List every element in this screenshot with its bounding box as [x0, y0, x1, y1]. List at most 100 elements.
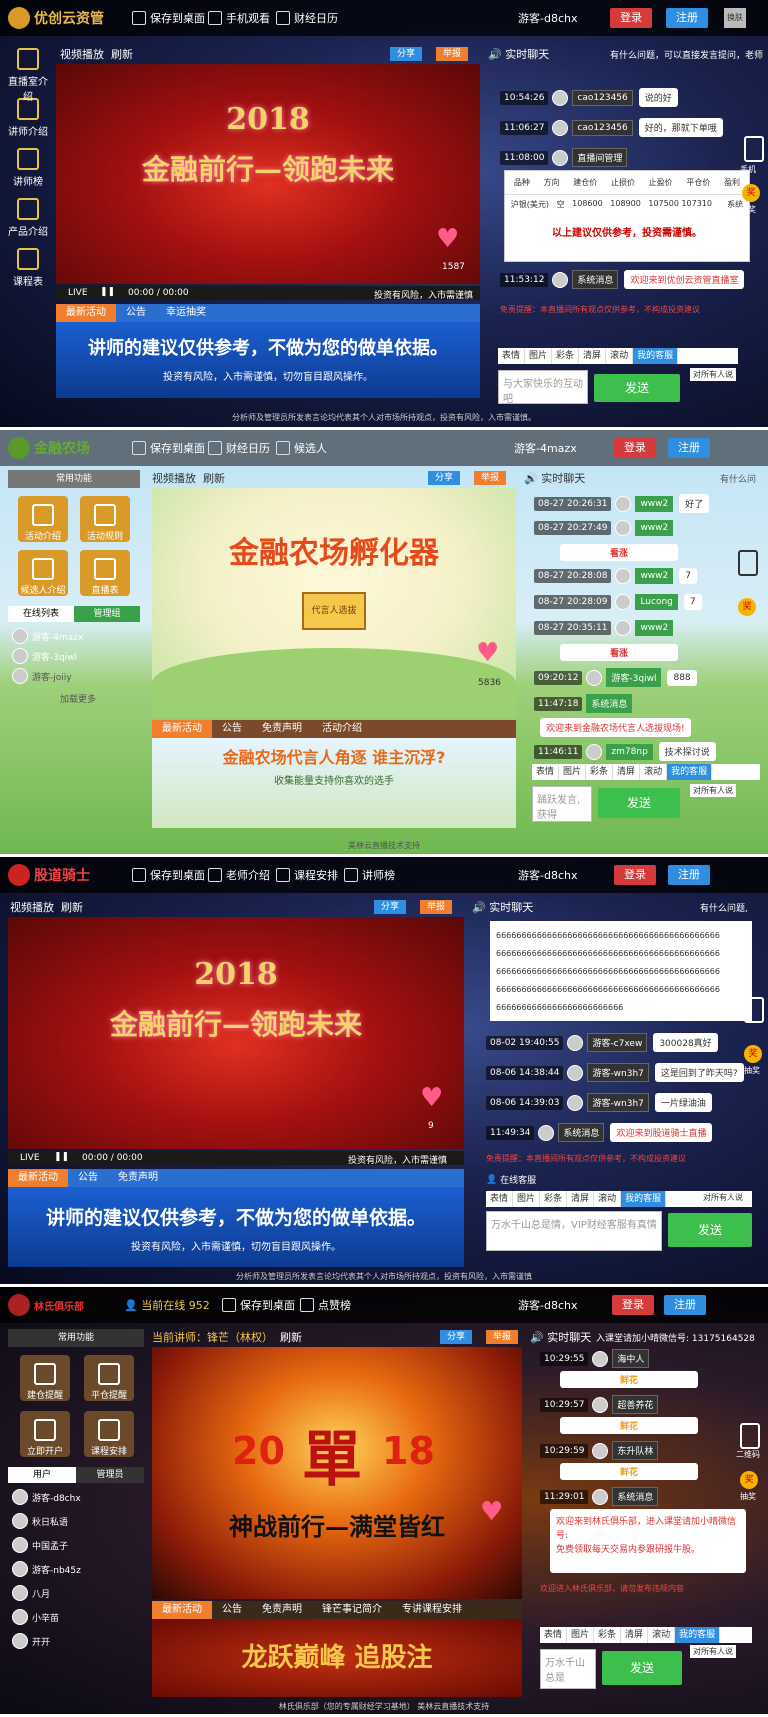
tab-admin[interactable]: 管理组 [74, 606, 140, 622]
nav-save-desktop[interactable]: 保存到桌面 [132, 10, 205, 26]
msg-name[interactable]: 直播间管理 [572, 148, 628, 167]
sidebar-item-schedule[interactable]: 课程表 [6, 248, 50, 294]
image-tool[interactable]: 图片 [559, 764, 587, 780]
msg-name[interactable]: 游客-3qiwl [606, 668, 662, 687]
func-course-schedule[interactable]: 课程安排 [84, 1411, 134, 1457]
tab-activity[interactable]: 活动介绍 [312, 720, 372, 738]
scroll-tool[interactable]: 滚动 [606, 348, 634, 364]
send-button[interactable]: 发送 [668, 1213, 752, 1247]
chat-input[interactable]: 万水千山总是情，VIP财经客服有真情 [486, 1211, 662, 1251]
user-row[interactable]: 开开 [12, 1633, 50, 1649]
tab-notice[interactable]: 公告 [212, 1601, 252, 1619]
skin-button[interactable]: 换肤 [724, 8, 746, 28]
target-select[interactable]: 对所有人说 [690, 784, 736, 797]
report-button[interactable]: 举报 [474, 471, 506, 485]
color-tool[interactable]: 彩条 [552, 348, 580, 364]
func-candidate-intro[interactable]: 候选人介绍 [18, 550, 68, 596]
emoji-tool[interactable]: 表情 [486, 1191, 514, 1207]
emoji-tool[interactable]: 表情 [532, 764, 560, 780]
user-row[interactable]: 游客-d8chx [12, 1489, 81, 1505]
msg-name[interactable]: 超善养花 [612, 1395, 659, 1414]
refresh-link[interactable]: 刷新 [111, 46, 133, 62]
image-tool[interactable]: 图片 [513, 1191, 541, 1207]
msg-name[interactable]: zm78np [606, 743, 653, 760]
service-tool[interactable]: 我的客服 [621, 1191, 667, 1207]
chat-input[interactable]: 踊跃发言,获得 [532, 786, 592, 822]
tab-online-list[interactable]: 在线列表 [8, 606, 74, 622]
tab-courses[interactable]: 专讲课程安排 [392, 1601, 472, 1619]
nav-courses[interactable]: 课程安排 [276, 867, 338, 883]
msg-name[interactable]: 系统消息 [586, 694, 633, 713]
func-activity-intro[interactable]: 活动介绍 [18, 496, 68, 542]
login-button[interactable]: 登录 [612, 1295, 654, 1315]
emoji-tool[interactable]: 表情 [540, 1627, 568, 1643]
sidebar-item-product[interactable]: 产品介绍 [6, 198, 50, 244]
online-service[interactable]: 👤 在线客服 [486, 1173, 536, 1187]
user-row[interactable]: 中国孟子 [12, 1537, 68, 1553]
clear-tool[interactable]: 清屏 [621, 1627, 649, 1643]
like-heart-icon[interactable]: ♥ [476, 638, 499, 668]
login-button[interactable]: 登录 [614, 438, 656, 458]
image-tool[interactable]: 图片 [525, 348, 553, 364]
func-schedule[interactable]: 直播表 [80, 550, 130, 596]
func-activity-rules[interactable]: 活动规则 [80, 496, 130, 542]
user-row[interactable]: 秋日私语 [12, 1513, 68, 1529]
service-tool[interactable]: 我的客服 [667, 764, 713, 780]
scroll-tool[interactable]: 滚动 [640, 764, 668, 780]
refresh-link[interactable]: 刷新 [280, 1329, 302, 1345]
nav-teacher[interactable]: 老师介绍 [208, 867, 270, 883]
video-player[interactable]: 金融农场孵化器 代言人选拔 ♥ 5836 [152, 488, 516, 718]
chat-input[interactable]: 与大家快乐的互动吧 [498, 370, 588, 405]
tab-latest[interactable]: 最新活动 [56, 304, 116, 322]
login-button[interactable]: 登录 [610, 8, 652, 28]
sidebar-item-lecturer[interactable]: 讲师介绍 [6, 98, 50, 144]
site-logo[interactable]: 股道骑士 [8, 863, 90, 887]
user-row[interactable]: 八月 [12, 1585, 50, 1601]
color-tool[interactable]: 彩条 [594, 1627, 622, 1643]
site-logo[interactable]: 林氏俱乐部 [8, 1293, 84, 1317]
nav-ranking[interactable]: 讲师榜 [344, 867, 395, 883]
lottery-icon[interactable]: 奖 [740, 1471, 758, 1489]
nav-candidates[interactable]: 候选人 [276, 440, 327, 456]
register-button[interactable]: 注册 [668, 865, 710, 885]
service-tool[interactable]: 我的客服 [633, 348, 679, 364]
msg-name[interactable]: 游客-c7xew [587, 1033, 648, 1052]
nav-calendar[interactable]: 财经日历 [208, 440, 270, 456]
site-logo[interactable]: 金融农场 [8, 436, 90, 460]
target-select[interactable]: 对所有人说 [690, 368, 736, 381]
msg-name[interactable]: cao123456 [572, 89, 633, 106]
tab-events[interactable]: 锋芒事记简介 [312, 1601, 392, 1619]
lottery-icon[interactable]: 奖 [742, 184, 760, 202]
video-player[interactable]: 2018 金融前行—领跑未来 ♥ 1587 [56, 64, 480, 284]
msg-name[interactable]: www2 [635, 520, 674, 536]
like-heart-icon[interactable]: ♥ [480, 1497, 503, 1527]
sidebar-item-ranking[interactable]: 讲师榜 [6, 148, 50, 194]
tab-notice[interactable]: 公告 [212, 720, 252, 738]
func-open-reminder[interactable]: 建仓提醒 [20, 1355, 70, 1401]
mobile-icon[interactable] [744, 136, 764, 162]
refresh-link[interactable]: 刷新 [203, 470, 225, 486]
nav-calendar[interactable]: 财经日历 [276, 10, 338, 26]
tab-admins[interactable]: 管理员 [76, 1467, 144, 1483]
user-row[interactable]: 游客-3qiwl [12, 648, 77, 664]
tab-disclaimer[interactable]: 免责声明 [252, 720, 312, 738]
share-button[interactable]: 分享 [428, 471, 460, 485]
pause-icon[interactable]: ❚❚ [100, 287, 115, 297]
like-heart-icon[interactable]: ♥ [436, 224, 459, 254]
load-more-link[interactable]: 加载更多 [60, 692, 96, 705]
msg-name[interactable]: Lucong [635, 594, 678, 610]
target-select[interactable]: 对所有人说 [690, 1645, 736, 1658]
func-close-reminder[interactable]: 平仓提醒 [84, 1355, 134, 1401]
video-player[interactable]: 2018 金融前行—领跑未来 ♥ 9 [8, 917, 464, 1149]
register-button[interactable]: 注册 [666, 8, 708, 28]
clear-tool[interactable]: 清屏 [579, 348, 607, 364]
msg-name[interactable]: www2 [635, 568, 674, 584]
target-select[interactable]: 对所有人说 [700, 1191, 746, 1204]
tab-lottery[interactable]: 幸运抽奖 [156, 304, 216, 322]
register-button[interactable]: 注册 [664, 1295, 706, 1315]
sidebar-item-room-intro[interactable]: 直播室介绍 [6, 48, 50, 103]
share-button[interactable]: 分享 [440, 1330, 472, 1344]
mobile-icon[interactable] [744, 997, 764, 1023]
tab-disclaimer[interactable]: 免责声明 [108, 1169, 168, 1187]
register-button[interactable]: 注册 [668, 438, 710, 458]
